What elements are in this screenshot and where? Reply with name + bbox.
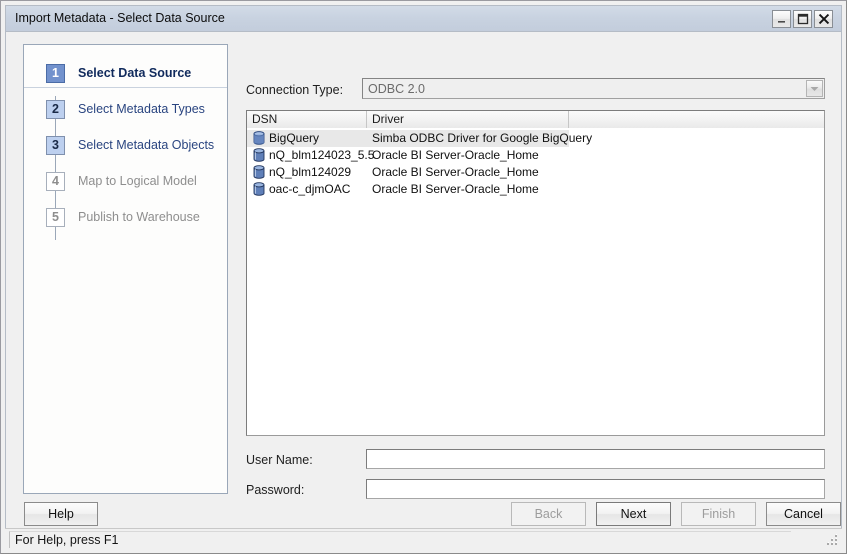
database-icon <box>253 131 265 145</box>
resize-grip-icon[interactable] <box>826 534 839 547</box>
back-button: Back <box>511 502 586 526</box>
dialog-frame-inner: Import Metadata - Select Data Source 1 S… <box>5 5 842 549</box>
dsn-name: nQ_blm124029 <box>269 165 352 179</box>
password-input[interactable] <box>366 479 825 499</box>
dsn-driver: Oracle BI Server-Oracle_Home <box>372 182 539 196</box>
step-label-2: Select Metadata Types <box>78 102 205 116</box>
chevron-down-icon[interactable] <box>806 80 823 97</box>
step-label-1: Select Data Source <box>78 66 192 80</box>
connection-type-label: Connection Type: <box>246 83 344 97</box>
next-button[interactable]: Next <box>596 502 671 526</box>
step-number-3: 3 <box>46 135 65 155</box>
table-row[interactable]: BigQuery Simba ODBC Driver for Google Bi… <box>247 130 824 147</box>
chevron-down-glyph <box>810 86 819 91</box>
column-header-driver[interactable]: Driver <box>367 111 569 128</box>
table-row[interactable]: oac-c_djmOAC Oracle BI Server-Oracle_Hom… <box>247 181 824 198</box>
database-icon <box>253 165 265 179</box>
status-bar: For Help, press F1 <box>5 528 842 549</box>
user-name-label: User Name: <box>246 453 313 467</box>
dsn-name: oac-c_djmOAC <box>269 182 351 196</box>
dsn-driver: Oracle BI Server-Oracle_Home <box>372 165 539 179</box>
password-label: Password: <box>246 483 305 497</box>
status-pane: For Help, press F1 <box>9 531 791 548</box>
status-text: For Help, press F1 <box>15 533 119 547</box>
table-row[interactable]: nQ_blm124029 Oracle BI Server-Oracle_Hom… <box>247 164 824 181</box>
dsn-list-view[interactable]: DSN Driver BigQuery Simba ODBC Driver fo… <box>246 110 825 436</box>
step-number-1: 1 <box>46 63 65 83</box>
dsn-driver: Oracle BI Server-Oracle_Home <box>372 148 539 162</box>
dsn-name: BigQuery <box>269 131 320 145</box>
wizard-step-separator <box>24 87 227 88</box>
cancel-button[interactable]: Cancel <box>766 502 841 526</box>
help-button[interactable]: Help <box>24 502 98 526</box>
dsn-list-header: DSN Driver <box>247 111 824 128</box>
connection-type-select[interactable]: ODBC 2.0 <box>362 78 825 99</box>
wizard-step-panel: 1 Select Data Source 2 Select Metadata T… <box>23 44 228 494</box>
step-label-5: Publish to Warehouse <box>78 210 200 224</box>
step-number-5: 5 <box>46 207 65 227</box>
table-row[interactable]: nQ_blm124023_5.5 Oracle BI Server-Oracle… <box>247 147 824 164</box>
database-icon <box>253 148 265 162</box>
connection-type-value: ODBC 2.0 <box>368 82 425 96</box>
step-number-4: 4 <box>46 171 65 191</box>
user-name-input[interactable] <box>366 449 825 469</box>
dialog-content: 1 Select Data Source 2 Select Metadata T… <box>6 6 841 548</box>
database-icon <box>253 182 265 196</box>
step-label-3: Select Metadata Objects <box>78 138 215 152</box>
dsn-name: nQ_blm124023_5.5 <box>269 148 375 162</box>
step-label-4: Map to Logical Model <box>78 174 197 188</box>
dialog-window: Import Metadata - Select Data Source 1 S… <box>0 0 847 554</box>
step-number-2: 2 <box>46 99 65 119</box>
column-header-blank[interactable] <box>569 111 824 128</box>
dsn-driver: Simba ODBC Driver for Google BigQuery <box>372 131 593 145</box>
finish-button: Finish <box>681 502 756 526</box>
column-header-dsn[interactable]: DSN <box>247 111 367 128</box>
